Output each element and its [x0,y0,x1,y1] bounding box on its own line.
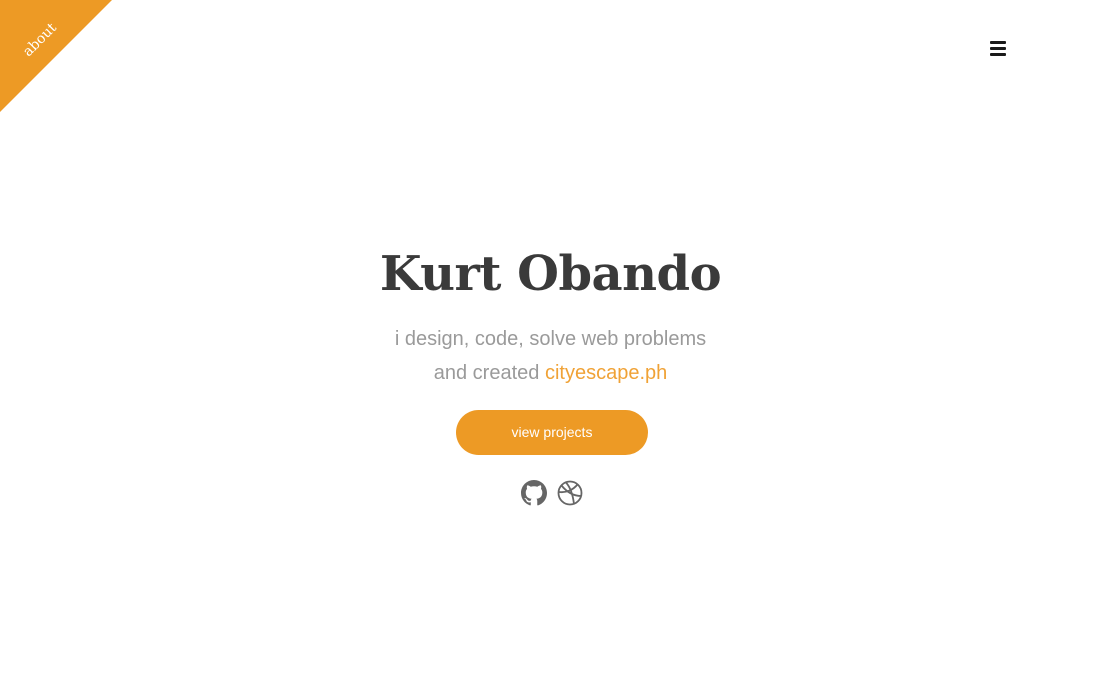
hamburger-menu-icon[interactable] [988,40,1008,56]
dribbble-icon[interactable] [557,480,583,506]
menu-bar-top [990,41,1006,44]
hero-name-title: Kurt Obando [379,246,722,302]
hero-tagline: i design, code, solve web problems [394,328,707,350]
github-icon[interactable] [521,480,547,506]
view-projects-button[interactable]: view projects [456,410,648,455]
menu-bar-middle [990,47,1006,50]
cityescape-link[interactable]: cityescape.ph [545,362,667,384]
hero-created-line: and created cityescape.ph [0,359,1101,387]
about-ribbon-link[interactable]: about [0,0,112,112]
menu-bar-bottom [990,53,1006,56]
hero-created-prefix: and created [433,362,540,384]
